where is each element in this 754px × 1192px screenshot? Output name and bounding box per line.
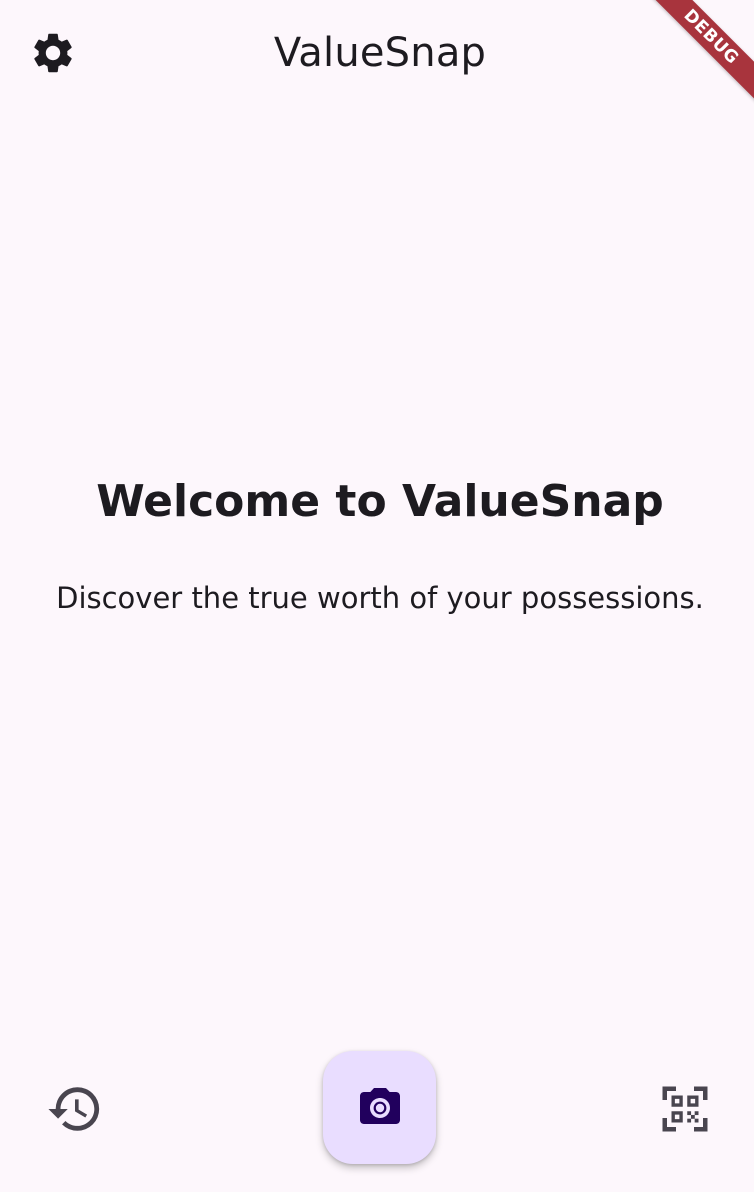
qr-scan-button[interactable] [654, 1078, 716, 1140]
history-icon [48, 1087, 100, 1131]
welcome-subtitle: Discover the true worth of your possessi… [56, 581, 704, 615]
camera-icon [359, 1087, 400, 1124]
app-screen: ValueSnap DEBUG Welcome to ValueSnap Dis… [0, 0, 754, 1192]
app-title: ValueSnap [273, 30, 487, 76]
qr-code-scanner-icon [662, 1086, 708, 1132]
history-button[interactable] [44, 1078, 106, 1140]
camera-button[interactable] [323, 1051, 436, 1164]
welcome-headline: Welcome to ValueSnap [96, 476, 664, 527]
app-bar: ValueSnap [0, 0, 754, 106]
